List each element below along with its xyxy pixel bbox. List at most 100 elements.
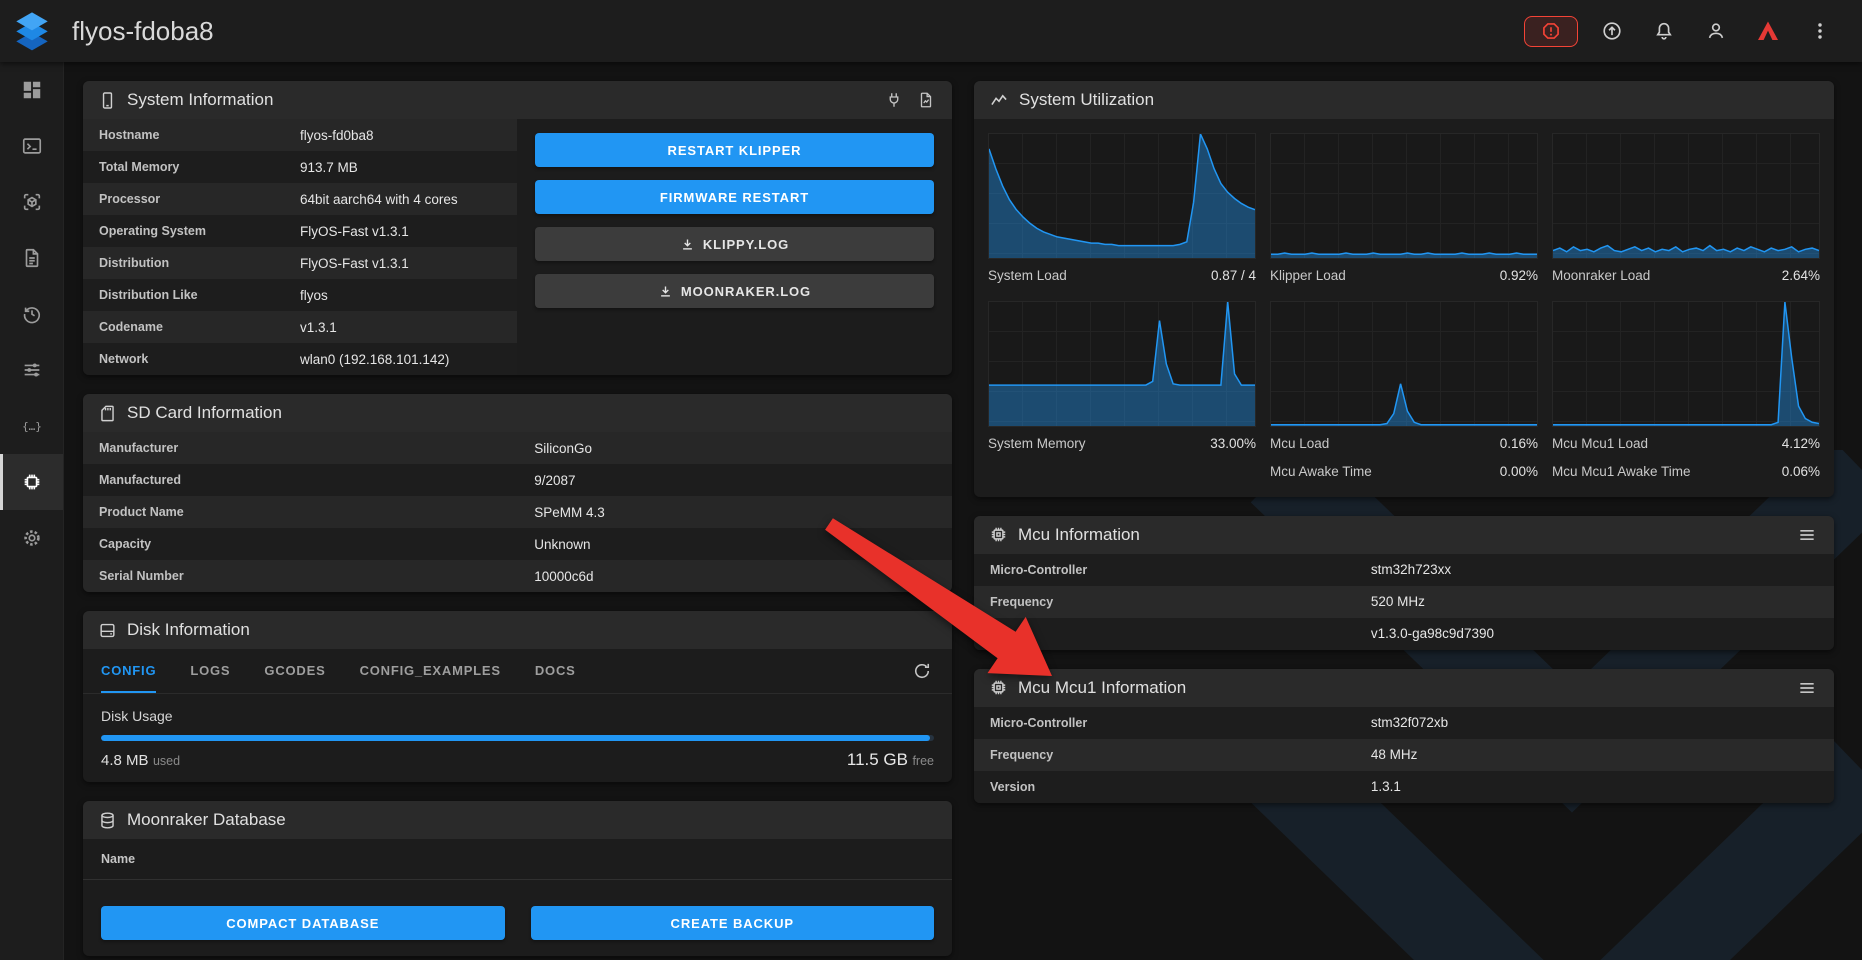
emergency-stop-icon [1541, 21, 1561, 41]
notifications-button[interactable] [1646, 13, 1682, 49]
table-row: Micro-Controllerstm32h723xx [974, 554, 1834, 586]
chart-label-row: Mcu Mcu1 Awake Time0.06% [1552, 462, 1820, 483]
code-braces-icon: {…} [21, 415, 43, 437]
disk-usage-section: Disk Usage 4.8 MB used 11.5 GB free [83, 694, 952, 782]
table-row: Frequency520 MHz [974, 586, 1834, 618]
menu-icon[interactable] [1795, 523, 1819, 547]
download-icon [658, 284, 673, 299]
sidebar-item-macros[interactable]: {…} [0, 398, 63, 454]
klippy-log-button[interactable]: KLIPPY.LOG [535, 227, 934, 261]
sidebar-item-history[interactable] [0, 286, 63, 342]
table-row: ManufacturerSiliconGo [83, 432, 952, 464]
right-column: System Utilization System Load0.87 / 4 Kl… [974, 81, 1834, 960]
tab-logs[interactable]: LOGS [190, 649, 230, 693]
firmware-restart-button[interactable]: FIRMWARE RESTART [535, 180, 934, 214]
tab-docs[interactable]: DOCS [535, 649, 576, 693]
moonraker-log-button[interactable]: MOONRAKER.LOG [535, 274, 934, 308]
chart-label-row: System Load0.87 / 4 [988, 266, 1256, 287]
table-row: Networkwlan0 (192.168.101.142) [83, 343, 517, 375]
emergency-stop-button[interactable] [1524, 16, 1578, 47]
update-button[interactable] [1594, 13, 1630, 49]
card-title: Mcu Mcu1 Information [1018, 678, 1186, 698]
app-title: flyos-fdoba8 [72, 16, 214, 47]
dots-vertical-icon [1809, 20, 1831, 42]
flyos-icon [1756, 19, 1780, 43]
chip-icon [989, 678, 1008, 697]
utilization-cell-moonraker-load: Moonraker Load2.64% [1552, 133, 1820, 287]
restart-klipper-button[interactable]: RESTART KLIPPER [535, 133, 934, 167]
tab-gcodes[interactable]: GCODES [264, 649, 325, 693]
chart-label-row: Mcu Mcu1 Load4.12% [1552, 434, 1820, 455]
table-row: Codenamev1.3.1 [83, 311, 517, 343]
disk-usage-label: Disk Usage [101, 708, 934, 724]
table-row: Product NameSPeMM 4.3 [83, 496, 952, 528]
table-row: Frequency48 MHz [974, 739, 1834, 771]
sidebar-item-jobs[interactable] [0, 230, 63, 286]
console-icon [21, 135, 43, 157]
overflow-menu-button[interactable] [1802, 13, 1838, 49]
utilization-cell-system-load: System Load0.87 / 4 [988, 133, 1256, 287]
db-actions: COMPACT DATABASE CREATE BACKUP [83, 880, 952, 956]
tab-config-examples[interactable]: CONFIG_EXAMPLES [360, 649, 501, 693]
db-name-header: Name [83, 839, 952, 880]
system-information-header: System Information [83, 81, 952, 119]
mcu-table: Micro-Controllerstm32h723xxFrequency520 … [974, 554, 1834, 650]
sidebar-item-tune[interactable] [0, 342, 63, 398]
sidebar: {…} [0, 62, 64, 960]
app-bar: flyos-fdoba8 [0, 0, 1862, 62]
disk-used-text: 4.8 MB used [101, 752, 180, 770]
moonraker-database-card: Moonraker Database Name COMPACT DATABASE… [83, 801, 952, 956]
sd-card-table: ManufacturerSiliconGoManufactured9/2087P… [83, 432, 952, 592]
create-backup-button[interactable]: CREATE BACKUP [531, 906, 935, 940]
table-row: Hostnameflyos-fd0ba8 [83, 119, 517, 151]
card-title: SD Card Information [127, 403, 282, 423]
chart-moonraker-load [1552, 133, 1820, 259]
download-icon [680, 237, 695, 252]
table-row: Operating SystemFlyOS-Fast v1.3.1 [83, 215, 517, 247]
chart-label-row: Moonraker Load2.64% [1552, 266, 1820, 287]
table-row: Version1.3.1 [974, 771, 1834, 803]
mcu1-table: Micro-Controllerstm32f072xbFrequency48 M… [974, 707, 1834, 803]
card-title: System Information [127, 90, 273, 110]
compact-database-button[interactable]: COMPACT DATABASE [101, 906, 505, 940]
chart-label-row: Klipper Load0.92% [1270, 266, 1538, 287]
host-power-icon[interactable] [883, 89, 905, 111]
chart-mcu-mcu1-load [1552, 301, 1820, 427]
utilization-cell-mcu-mcu1-load: Mcu Mcu1 Load4.12% Mcu Mcu1 Awake Time0.0… [1552, 301, 1820, 483]
fluidd-logo[interactable] [0, 11, 64, 51]
table-row: Total Memory913.7 MB [83, 151, 517, 183]
sidebar-item-settings[interactable] [0, 510, 63, 566]
sd-card-icon [98, 404, 117, 423]
fluidd-logo-icon [14, 11, 50, 51]
mcu1-information-card: Mcu Mcu1 Information Micro-Controllerstm… [974, 669, 1834, 803]
cube-scan-icon [21, 191, 43, 213]
log-file-icon[interactable] [915, 89, 937, 111]
table-row: DistributionFlyOS-Fast v1.3.1 [83, 247, 517, 279]
card-title: System Utilization [1019, 90, 1154, 110]
refresh-icon[interactable] [910, 659, 934, 683]
chip-device-icon [21, 471, 43, 493]
system-info-actions: RESTART KLIPPER FIRMWARE RESTART KLIPPY.LO… [517, 119, 952, 375]
cellphone-icon [98, 91, 117, 110]
system-information-card: System Information Hostnameflyos-fd0ba8T… [83, 81, 952, 375]
sidebar-item-dashboard[interactable] [0, 62, 63, 118]
chart-label-row: Mcu Load0.16% [1270, 434, 1538, 455]
table-row: Manufactured9/2087 [83, 464, 952, 496]
sidebar-item-system[interactable] [0, 454, 63, 510]
menu-icon[interactable] [1795, 676, 1819, 700]
system-utilization-card: System Utilization System Load0.87 / 4 Kl… [974, 81, 1834, 497]
sidebar-item-console[interactable] [0, 118, 63, 174]
table-row: Micro-Controllerstm32f072xb [974, 707, 1834, 739]
account-button[interactable] [1698, 13, 1734, 49]
flyos-brand-logo[interactable] [1750, 13, 1786, 49]
card-title: Mcu Information [1018, 525, 1140, 545]
tab-config[interactable]: CONFIG [101, 649, 156, 693]
table-row: Processor64bit aarch64 with 4 cores [83, 183, 517, 215]
chart-label-row: System Memory33.00% [988, 434, 1256, 455]
chip-icon [989, 525, 1008, 544]
view-dashboard-icon [21, 79, 43, 101]
chart-system-load [988, 133, 1256, 259]
sidebar-item-gcode-preview[interactable] [0, 174, 63, 230]
card-title: Disk Information [127, 620, 250, 640]
system-info-table: Hostnameflyos-fd0ba8Total Memory913.7 MB… [83, 119, 517, 375]
